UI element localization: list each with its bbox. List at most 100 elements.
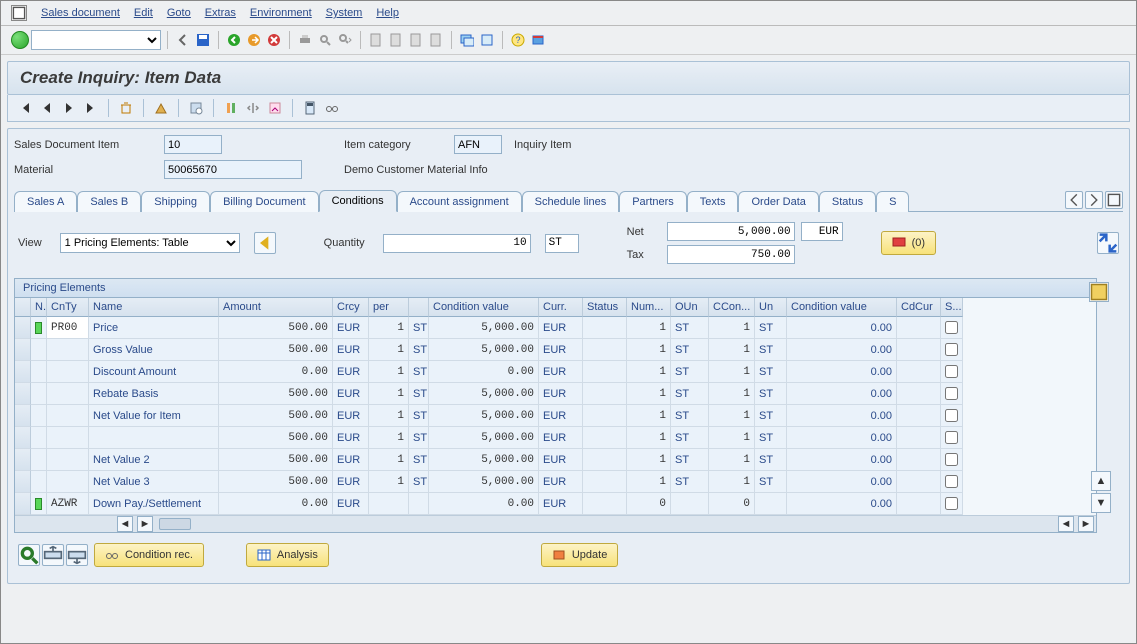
exit-icon[interactable] bbox=[245, 31, 263, 49]
row-selector[interactable] bbox=[15, 339, 31, 361]
next-record-icon[interactable] bbox=[60, 99, 78, 117]
tab-sales-b[interactable]: Sales B bbox=[77, 191, 141, 212]
tab-scroll-right-icon[interactable] bbox=[1085, 191, 1103, 209]
new-session-icon[interactable] bbox=[458, 31, 476, 49]
row-checkbox[interactable] bbox=[945, 321, 958, 334]
update-button[interactable]: Update bbox=[541, 543, 618, 567]
scroll-right-icon[interactable]: ► bbox=[137, 516, 153, 532]
analysis-button[interactable]: Analysis bbox=[246, 543, 329, 567]
cb-cell[interactable] bbox=[941, 383, 963, 405]
cb-cell[interactable] bbox=[941, 339, 963, 361]
shortcut-icon[interactable] bbox=[478, 31, 496, 49]
row-checkbox[interactable] bbox=[945, 497, 958, 510]
table-row[interactable]: Net Value for Item500.00EUR1ST5,000.00EU… bbox=[15, 405, 1096, 427]
table-row[interactable]: 500.00EUR1ST5,000.00EUR1ST1ST0.00 bbox=[15, 427, 1096, 449]
tab-status[interactable]: Status bbox=[819, 191, 876, 212]
view-back-icon[interactable] bbox=[254, 232, 276, 254]
row-selector[interactable] bbox=[15, 471, 31, 493]
tab-billing-document[interactable]: Billing Document bbox=[210, 191, 319, 212]
config-icon-2[interactable] bbox=[244, 99, 262, 117]
tab-scroll-left-icon[interactable] bbox=[1065, 191, 1083, 209]
config-icon-1[interactable] bbox=[222, 99, 240, 117]
table-row[interactable]: Gross Value500.00EUR1ST5,000.00EUR1ST1ST… bbox=[15, 339, 1096, 361]
row-selector[interactable] bbox=[15, 383, 31, 405]
cb-cell[interactable] bbox=[941, 493, 963, 515]
row-selector[interactable] bbox=[15, 405, 31, 427]
scroll-left-icon[interactable]: ◄ bbox=[117, 516, 133, 532]
help-icon[interactable]: ? bbox=[509, 31, 527, 49]
tab-texts[interactable]: Texts bbox=[687, 191, 739, 212]
delete-row-icon[interactable] bbox=[66, 544, 88, 566]
prev-page-icon[interactable] bbox=[387, 31, 405, 49]
header-icon[interactable] bbox=[187, 99, 205, 117]
grid-scroll-up-icon[interactable]: ▲ bbox=[1091, 471, 1111, 491]
cb-cell[interactable] bbox=[941, 361, 963, 383]
tab-order-data[interactable]: Order Data bbox=[738, 191, 818, 212]
enter-icon[interactable] bbox=[11, 31, 29, 49]
last-record-icon[interactable] bbox=[82, 99, 100, 117]
table-row[interactable]: PR00Price500.00EUR1ST5,000.00EUR1ST1ST0.… bbox=[15, 317, 1096, 339]
row-checkbox[interactable] bbox=[945, 343, 958, 356]
row-selector[interactable] bbox=[15, 427, 31, 449]
tab-list-icon[interactable] bbox=[1105, 191, 1123, 209]
last-page-icon[interactable] bbox=[427, 31, 445, 49]
scroll-right2-icon[interactable]: ► bbox=[1078, 516, 1094, 532]
menu-collapse-icon[interactable] bbox=[174, 31, 192, 49]
table-row[interactable]: Rebate Basis500.00EUR1ST5,000.00EUR1ST1S… bbox=[15, 383, 1096, 405]
scroll-left2-icon[interactable]: ◄ bbox=[1058, 516, 1074, 532]
tab-partners[interactable]: Partners bbox=[619, 191, 687, 212]
overview-icon[interactable] bbox=[152, 99, 170, 117]
row-selector[interactable] bbox=[15, 317, 31, 339]
tab-account-assignment[interactable]: Account assignment bbox=[397, 191, 522, 212]
qty-input[interactable] bbox=[383, 234, 531, 253]
menu-system[interactable]: System bbox=[326, 7, 363, 19]
layout-icon[interactable] bbox=[529, 31, 547, 49]
row-checkbox[interactable] bbox=[945, 409, 958, 422]
sdi-input[interactable] bbox=[164, 135, 222, 154]
menu-help[interactable]: Help bbox=[376, 7, 399, 19]
calculator-icon[interactable] bbox=[301, 99, 319, 117]
cancel-icon[interactable] bbox=[265, 31, 283, 49]
insert-row-icon[interactable] bbox=[42, 544, 64, 566]
material-input[interactable] bbox=[164, 160, 302, 179]
first-record-icon[interactable] bbox=[16, 99, 34, 117]
find-icon[interactable] bbox=[316, 31, 334, 49]
cb-cell[interactable] bbox=[941, 449, 963, 471]
tab-conditions[interactable]: Conditions bbox=[319, 190, 397, 212]
cb-cell[interactable] bbox=[941, 427, 963, 449]
view-select[interactable]: 1 Pricing Elements: Table bbox=[60, 233, 240, 253]
table-row[interactable]: Discount Amount0.00EUR1ST0.00EUR1ST1ST0.… bbox=[15, 361, 1096, 383]
table-row[interactable]: AZWRDown Pay./Settlement0.00EUR0.00EUR00… bbox=[15, 493, 1096, 515]
command-field[interactable] bbox=[31, 30, 161, 50]
row-selector[interactable] bbox=[15, 361, 31, 383]
tab-sales-a[interactable]: Sales A bbox=[14, 191, 77, 212]
tab-shipping[interactable]: Shipping bbox=[141, 191, 210, 212]
print-icon[interactable] bbox=[296, 31, 314, 49]
menu-goto[interactable]: Goto bbox=[167, 7, 191, 19]
row-checkbox[interactable] bbox=[945, 453, 958, 466]
row-checkbox[interactable] bbox=[945, 387, 958, 400]
row-checkbox[interactable] bbox=[945, 365, 958, 378]
glasses-icon[interactable] bbox=[323, 99, 341, 117]
menu-extras[interactable]: Extras bbox=[205, 7, 236, 19]
menu-environment[interactable]: Environment bbox=[250, 7, 312, 19]
qty-unit-input[interactable] bbox=[545, 234, 579, 253]
condition-rec-button[interactable]: Condition rec. bbox=[94, 543, 204, 567]
row-checkbox[interactable] bbox=[945, 431, 958, 444]
cb-cell[interactable] bbox=[941, 405, 963, 427]
grid-scroll-down-icon[interactable]: ▼ bbox=[1091, 493, 1111, 513]
row-checkbox[interactable] bbox=[945, 475, 958, 488]
row-selector[interactable] bbox=[15, 449, 31, 471]
save-icon[interactable] bbox=[194, 31, 212, 49]
back-icon[interactable] bbox=[225, 31, 243, 49]
row-selector[interactable] bbox=[15, 493, 31, 515]
find-next-icon[interactable] bbox=[336, 31, 354, 49]
cb-cell[interactable] bbox=[941, 317, 963, 339]
tab-more[interactable]: S bbox=[876, 191, 909, 212]
configure-columns-icon[interactable] bbox=[1089, 282, 1109, 302]
first-page-icon[interactable] bbox=[367, 31, 385, 49]
menu-sales-document[interactable]: Sales document bbox=[41, 7, 120, 19]
tab-schedule-lines[interactable]: Schedule lines bbox=[522, 191, 620, 212]
table-row[interactable]: Net Value 2500.00EUR1ST5,000.00EUR1ST1ST… bbox=[15, 449, 1096, 471]
detail-icon[interactable] bbox=[18, 544, 40, 566]
